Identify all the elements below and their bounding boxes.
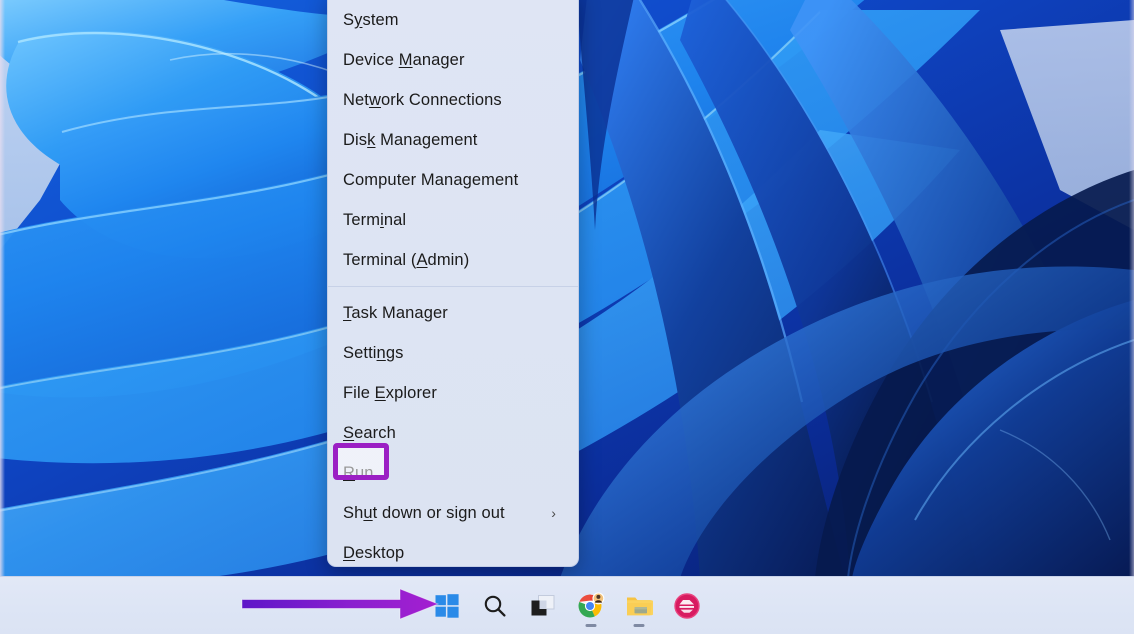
menu-accel-char: M — [399, 51, 413, 69]
pink-circle-icon — [674, 593, 700, 619]
menu-label-text: nal — [384, 211, 406, 229]
menu-label-text: ask Manager — [351, 304, 447, 322]
menu-accel-char: n — [377, 344, 386, 362]
menu-label-text: S — [343, 11, 354, 29]
menu-accel-char: k — [367, 131, 375, 149]
menu-accel-char: D — [343, 544, 355, 562]
menu-item-search[interactable]: Search — [328, 413, 578, 453]
menu-accel-char: R — [343, 464, 355, 482]
menu-label-text: ork Connections — [381, 91, 502, 109]
menu-label-text: Dis — [343, 131, 367, 149]
menu-item-file-explorer[interactable]: File Explorer — [328, 373, 578, 413]
menu-item-task-manager[interactable]: Task Manager — [328, 293, 578, 333]
menu-accel-char: w — [369, 91, 381, 109]
chevron-right-icon: › — [551, 506, 566, 520]
menu-item-run[interactable]: Run — [328, 453, 578, 493]
running-indicator — [634, 624, 645, 627]
windows-desktop: System Device Manager Network Connection… — [0, 0, 1134, 634]
menu-item-shut-down-or-sign-out[interactable]: Shut down or sign out › — [328, 493, 578, 533]
menu-accel-char: g — [463, 171, 472, 189]
menu-item-network-connections[interactable]: Network Connections — [328, 80, 578, 120]
menu-item-system[interactable]: System — [328, 0, 578, 40]
menu-item-computer-management[interactable]: Computer Management — [328, 160, 578, 200]
menu-label-text: Computer Mana — [343, 171, 463, 189]
menu-item-terminal-admin[interactable]: Terminal (Admin) — [328, 240, 578, 280]
menu-label-text: stem — [362, 11, 398, 29]
taskbar — [0, 576, 1134, 634]
menu-label-text: ement — [472, 171, 518, 189]
menu-label-text: Term — [343, 211, 380, 229]
menu-label-text: Device — [343, 51, 399, 69]
menu-label-text: Setti — [343, 344, 377, 362]
app-pink-button[interactable] — [663, 582, 711, 630]
menu-label-text: gs — [386, 344, 404, 362]
menu-label-text: anager — [413, 51, 465, 69]
menu-label-text: esktop — [355, 544, 404, 562]
menu-label-text: Terminal ( — [343, 251, 416, 269]
menu-item-device-manager[interactable]: Device Manager — [328, 40, 578, 80]
running-indicator — [586, 624, 597, 627]
menu-item-desktop[interactable]: Desktop — [328, 533, 578, 567]
file-explorer-button[interactable] — [615, 582, 663, 630]
menu-accel-char: u — [363, 504, 372, 522]
menu-accel-char: A — [416, 251, 427, 269]
windows-logo-icon — [435, 594, 459, 618]
search-icon — [482, 593, 508, 619]
menu-accel-char: S — [343, 424, 354, 442]
menu-accel-char: E — [375, 384, 386, 402]
menu-label-text: earch — [354, 424, 396, 442]
search-button[interactable] — [471, 582, 519, 630]
task-view-icon — [530, 594, 556, 618]
chrome-icon — [577, 592, 605, 620]
menu-item-disk-management[interactable]: Disk Management — [328, 120, 578, 160]
menu-label-text: dmin) — [428, 251, 470, 269]
menu-label-text: xplorer — [386, 384, 437, 402]
menu-label-text: File — [343, 384, 375, 402]
task-view-button[interactable] — [519, 582, 567, 630]
chrome-button[interactable] — [567, 582, 615, 630]
menu-item-settings[interactable]: Settings — [328, 333, 578, 373]
menu-label-text: Management — [376, 131, 478, 149]
menu-label-text: Net — [343, 91, 369, 109]
folder-icon — [625, 593, 653, 619]
menu-label-text: Sh — [343, 504, 363, 522]
menu-item-terminal[interactable]: Terminal — [328, 200, 578, 240]
menu-label-text: t down or sign out — [373, 504, 505, 522]
menu-separator — [328, 286, 578, 287]
power-user-context-menu[interactable]: System Device Manager Network Connection… — [327, 0, 579, 567]
start-button[interactable] — [423, 582, 471, 630]
menu-label-text: un — [355, 464, 374, 482]
